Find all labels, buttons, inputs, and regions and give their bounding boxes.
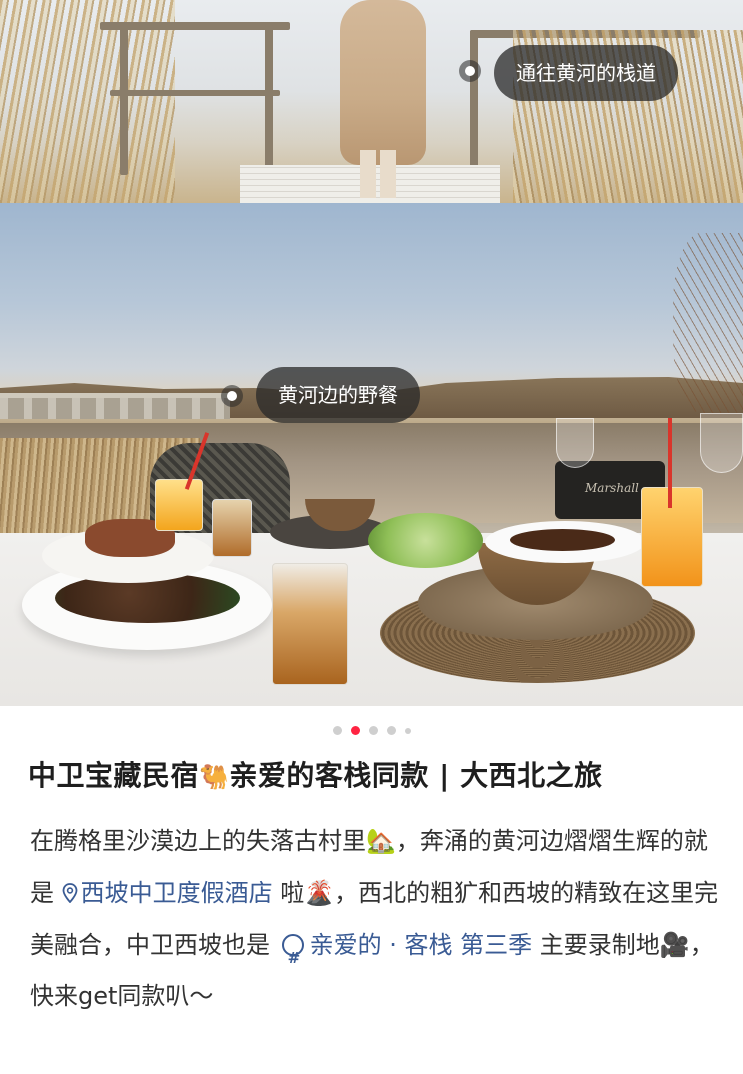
post-title: 中卫宝藏民宿🐫亲爱的客栈同款 | 大西北之旅 — [28, 754, 728, 794]
photo-boardwalk[interactable]: 通往黄河的栈道 — [0, 0, 743, 203]
photo-tag-dot[interactable] — [221, 385, 243, 407]
body-text: 啦 — [280, 878, 305, 907]
railing-post — [470, 30, 478, 175]
bridge — [0, 393, 230, 419]
carousel-indicator — [0, 726, 743, 735]
carousel-dot[interactable] — [404, 727, 411, 734]
railing — [110, 90, 280, 96]
post-body: 在腾格里沙漠边上的失落古村里🏡，奔涌的黄河边熠熠生辉的就是 西坡中卫度假酒店 啦… — [30, 816, 720, 1023]
body-text: 主要录制地 — [539, 930, 660, 959]
topic-link[interactable]: 亲爱的 · 客栈 第三季 — [278, 930, 533, 984]
movie-camera-emoji-icon: 🎥 — [659, 930, 690, 959]
carousel-dot[interactable] — [386, 726, 396, 735]
tea-glass — [212, 499, 252, 557]
carousel-dot-active[interactable] — [350, 726, 360, 735]
salad — [368, 513, 483, 568]
reeds-left — [0, 0, 175, 203]
title-part2: 亲爱的客栈同款 | 大西北之旅 — [229, 759, 603, 792]
speaker-brand: Marshall — [585, 481, 639, 495]
person-legs — [360, 150, 396, 198]
dry-shrub — [673, 233, 743, 413]
carousel-dot[interactable] — [332, 726, 342, 735]
photo-tag-picnic[interactable]: 黄河边的野餐 — [256, 367, 420, 423]
photo-tag-dot[interactable] — [459, 60, 481, 82]
photo-picnic[interactable]: Marshall 黄河边的野餐 — [0, 203, 743, 706]
railing-post — [120, 25, 128, 175]
title-part1: 中卫宝藏民宿 — [28, 759, 200, 792]
railing — [100, 22, 290, 30]
topic-link-label: 亲爱的 · 客栈 第三季 — [309, 930, 533, 959]
wine-glass — [556, 418, 594, 468]
body-text: 在腾格里沙漠边上的失落古村里 — [30, 827, 366, 855]
camel-emoji-icon: 🐫 — [199, 763, 230, 791]
topic-hash-icon — [281, 933, 304, 984]
railing-post — [265, 25, 273, 175]
tea-glass-front — [272, 563, 348, 685]
location-link-label: 西坡中卫度假酒店 — [80, 878, 273, 907]
location-link[interactable]: 西坡中卫度假酒店 — [62, 879, 273, 907]
walking-person — [340, 0, 426, 165]
side-food — [510, 529, 615, 551]
volcano-emoji-icon: 🌋 — [304, 879, 335, 907]
photo-tag-boardwalk[interactable]: 通往黄河的栈道 — [494, 45, 678, 101]
orange-juice-glass — [155, 479, 203, 531]
carousel-dot[interactable] — [368, 726, 378, 735]
location-pin-icon — [62, 882, 78, 903]
house-emoji-icon: 🏡 — [366, 827, 396, 856]
wine-glass-right — [700, 413, 743, 473]
orange-juice-glass-right — [641, 487, 703, 587]
straw-right — [668, 418, 672, 508]
